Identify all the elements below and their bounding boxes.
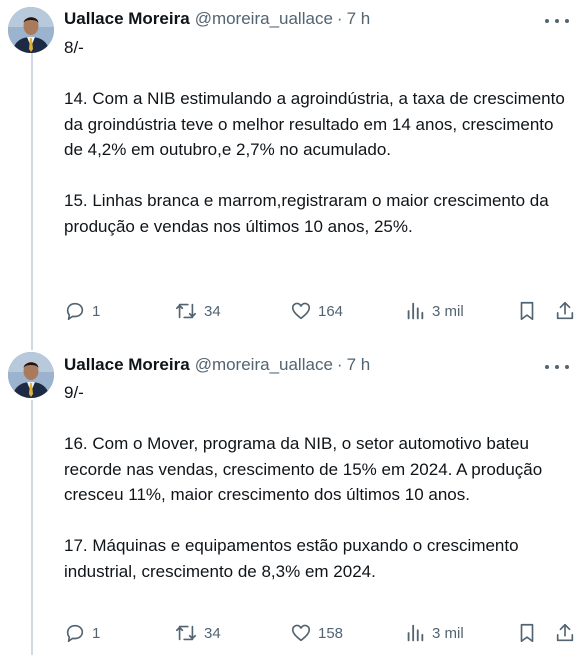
timestamp[interactable]: 7 h xyxy=(347,9,371,29)
tweet-text: 8/- 14. Com a NIB estimulando a agroindú… xyxy=(64,38,565,236)
views-button[interactable]: 3 mil xyxy=(404,300,464,322)
avatar[interactable] xyxy=(8,7,54,53)
tweet[interactable]: Uallace Moreira @moreira_uallace · 7 h 8… xyxy=(0,0,583,340)
bookmark-button[interactable] xyxy=(516,622,538,644)
separator-dot: · xyxy=(336,9,343,28)
share-button[interactable] xyxy=(554,622,576,644)
like-count: 158 xyxy=(318,624,344,642)
tweet-header: Uallace Moreira @moreira_uallace · 7 h xyxy=(64,9,370,31)
author-handle[interactable]: @moreira_uallace xyxy=(195,9,333,29)
tweet[interactable]: Uallace Moreira @moreira_uallace · 7 h 9… xyxy=(0,340,583,655)
action-bar: 1 34 164 3 mil xyxy=(64,300,579,324)
timestamp[interactable]: 7 h xyxy=(347,355,371,375)
author-name[interactable]: Uallace Moreira xyxy=(64,9,190,29)
reply-button[interactable]: 1 xyxy=(64,622,100,644)
bookmark-button[interactable] xyxy=(516,300,538,322)
separator-dot: · xyxy=(336,355,343,374)
bookmark-icon xyxy=(520,301,534,321)
reply-icon xyxy=(66,624,84,643)
avatar[interactable] xyxy=(8,352,54,398)
tweet-text: 9/- 16. Com o Mover, programa da NIB, o … xyxy=(64,383,543,581)
retweet-icon xyxy=(176,625,196,641)
share-button[interactable] xyxy=(554,300,576,322)
more-icon[interactable] xyxy=(545,13,569,29)
views-count: 3 mil xyxy=(432,624,464,642)
share-icon xyxy=(556,301,574,320)
author-name[interactable]: Uallace Moreira xyxy=(64,355,190,375)
like-count: 164 xyxy=(318,302,344,320)
reply-icon xyxy=(66,302,84,321)
views-icon xyxy=(407,624,424,642)
bookmark-icon xyxy=(520,623,534,643)
reply-button[interactable]: 1 xyxy=(64,300,100,322)
thread-line xyxy=(31,400,33,655)
heart-icon xyxy=(291,624,311,642)
views-count: 3 mil xyxy=(432,302,464,320)
retweet-count: 34 xyxy=(204,302,221,320)
thread-line xyxy=(31,340,33,350)
retweet-count: 34 xyxy=(204,624,221,642)
tweet-header: Uallace Moreira @moreira_uallace · 7 h xyxy=(64,355,370,377)
reply-count: 1 xyxy=(92,302,101,320)
views-button[interactable]: 3 mil xyxy=(404,622,464,644)
share-icon xyxy=(556,623,574,642)
views-icon xyxy=(407,302,424,320)
thread-line xyxy=(31,52,33,340)
like-button[interactable]: 164 xyxy=(290,300,343,322)
like-button[interactable]: 158 xyxy=(290,622,343,644)
more-icon[interactable] xyxy=(545,359,569,375)
author-handle[interactable]: @moreira_uallace xyxy=(195,355,333,375)
retweet-icon xyxy=(176,303,196,319)
heart-icon xyxy=(291,302,311,320)
retweet-button[interactable]: 34 xyxy=(174,300,221,322)
action-bar: 1 34 158 3 mil xyxy=(64,622,579,646)
reply-count: 1 xyxy=(92,624,101,642)
retweet-button[interactable]: 34 xyxy=(174,622,221,644)
